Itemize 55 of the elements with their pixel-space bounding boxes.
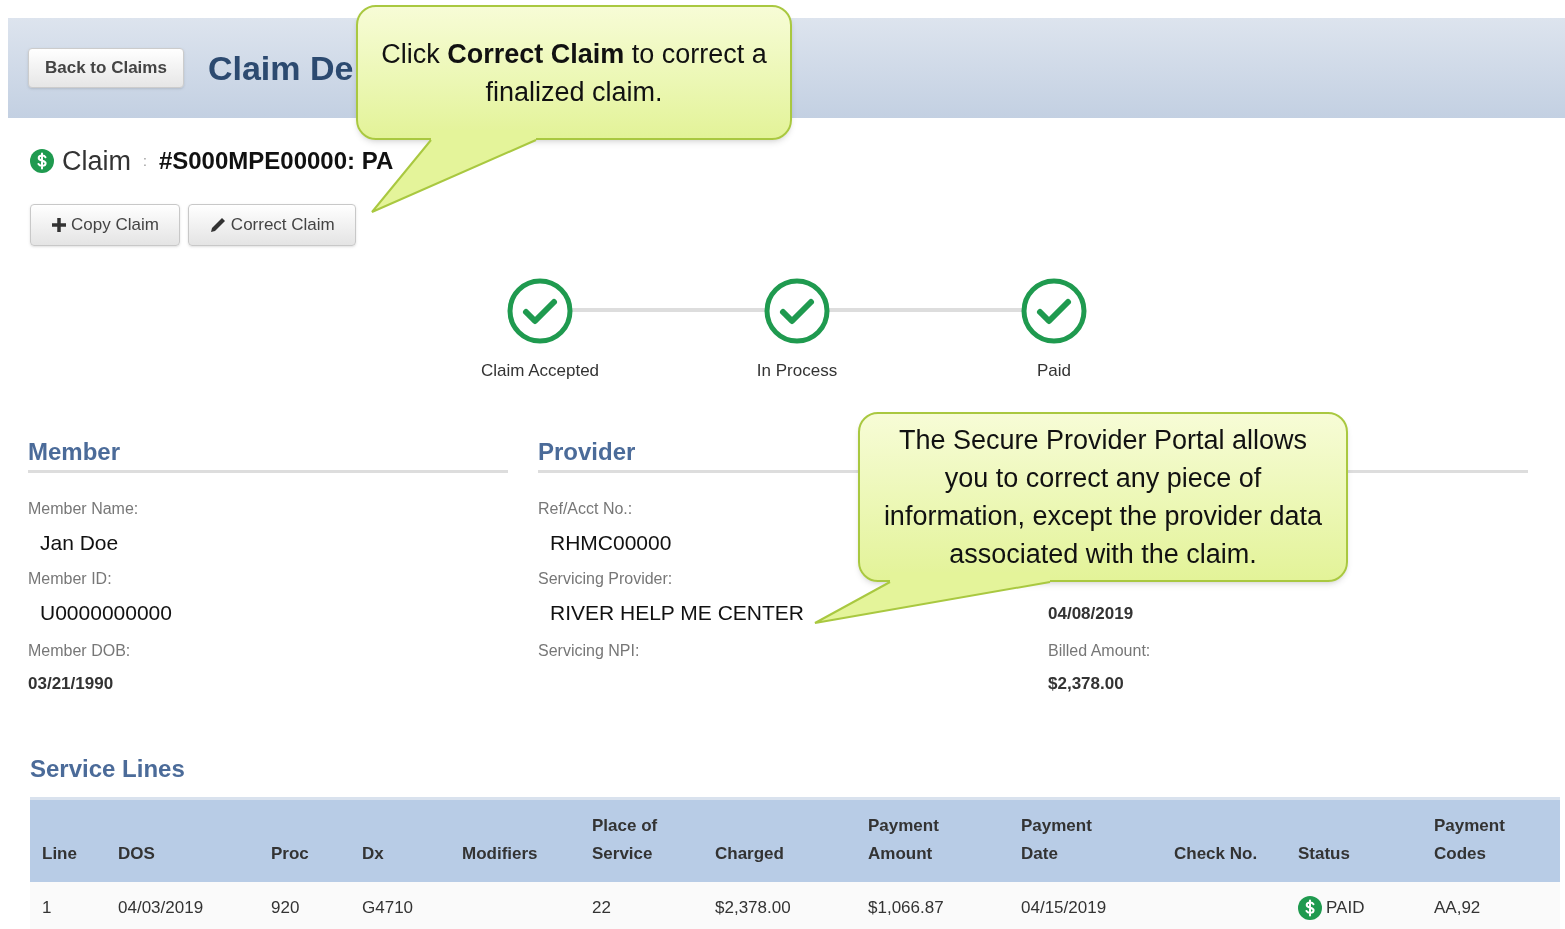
field-label: Servicing NPI: [538,641,640,661]
field-label: Servicing Provider: [538,569,673,589]
field-value: Jan Doe [40,530,119,553]
field-value: 03/21/1990 [28,673,114,693]
claim-separator: : [143,151,147,171]
field-label: Member ID: [28,569,112,589]
column-header: Payment Amount [868,815,940,865]
column-header: Check No. [1174,843,1259,865]
column-header: Charged [715,843,785,865]
column-header: Modifiers [462,843,539,865]
page-title: Claim De [207,47,354,89]
field-value: RIVER HELP ME CENTER [550,600,804,623]
section-heading: Member [28,438,121,465]
field-label: Billed Amount: [1048,641,1151,661]
field-value: U0000000000 [40,600,172,623]
table-cell-text: 04/15/2019 [1021,897,1108,920]
step-label: Paid [1037,360,1071,382]
field-label: Member Name: [28,499,139,519]
field-value: 04/08/2019 [1048,603,1134,623]
section-heading: Provider [538,438,636,465]
claim-number: #S000MPE00000: PA [158,146,394,176]
back-button[interactable]: Back to Claims [28,48,184,88]
field-value: $2,378.00 [1048,673,1124,693]
correct-claim-button[interactable]: Correct Claim [187,204,356,246]
step-label: Claim Accepted [480,360,600,382]
table-cell-text: PAID [1326,897,1365,920]
callout-text: Click Correct Claim to correct a finalized claim. [380,37,768,109]
table-cell-text: $2,378.00 [715,897,792,920]
column-header: Payment Date [1021,815,1093,865]
column-header: Proc [271,843,310,865]
column-header: Line [41,843,78,865]
column-header: Status [1298,843,1351,865]
step-label: In Process [756,360,838,382]
table-cell-text: 22 [592,897,612,920]
field-label: Member DOB: [28,641,131,661]
column-header: Place of Service [592,815,659,865]
callout-text: The Secure Provider Portal allows you to correct any piece of information, except the provider data associated with the claim. [882,424,1324,571]
table-cell-text: 04/03/2019 [118,897,205,920]
table-cell-text: 1 [41,897,53,920]
field-value: RHMC00000 [550,530,672,553]
dollar-icon [1298,896,1322,920]
plus-icon [51,217,67,233]
table-cell-text: $1,066.87 [868,897,945,920]
copy-claim-button[interactable]: Copy Claim [30,204,180,246]
field-label: Ref/Acct No.: [538,499,633,519]
table-cell-text: G4710 [362,897,415,920]
section-heading: Service Lines [30,755,185,782]
table-cell-text: 920 [271,897,301,920]
claim-label: Claim [62,144,131,178]
table-cell-text: AA,92 [1434,897,1482,920]
pencil-icon [208,216,227,234]
dollar-icon [30,149,54,173]
column-header: Payment Codes [1434,815,1506,865]
column-header: DOS [118,843,156,865]
column-header: Dx [362,843,385,865]
